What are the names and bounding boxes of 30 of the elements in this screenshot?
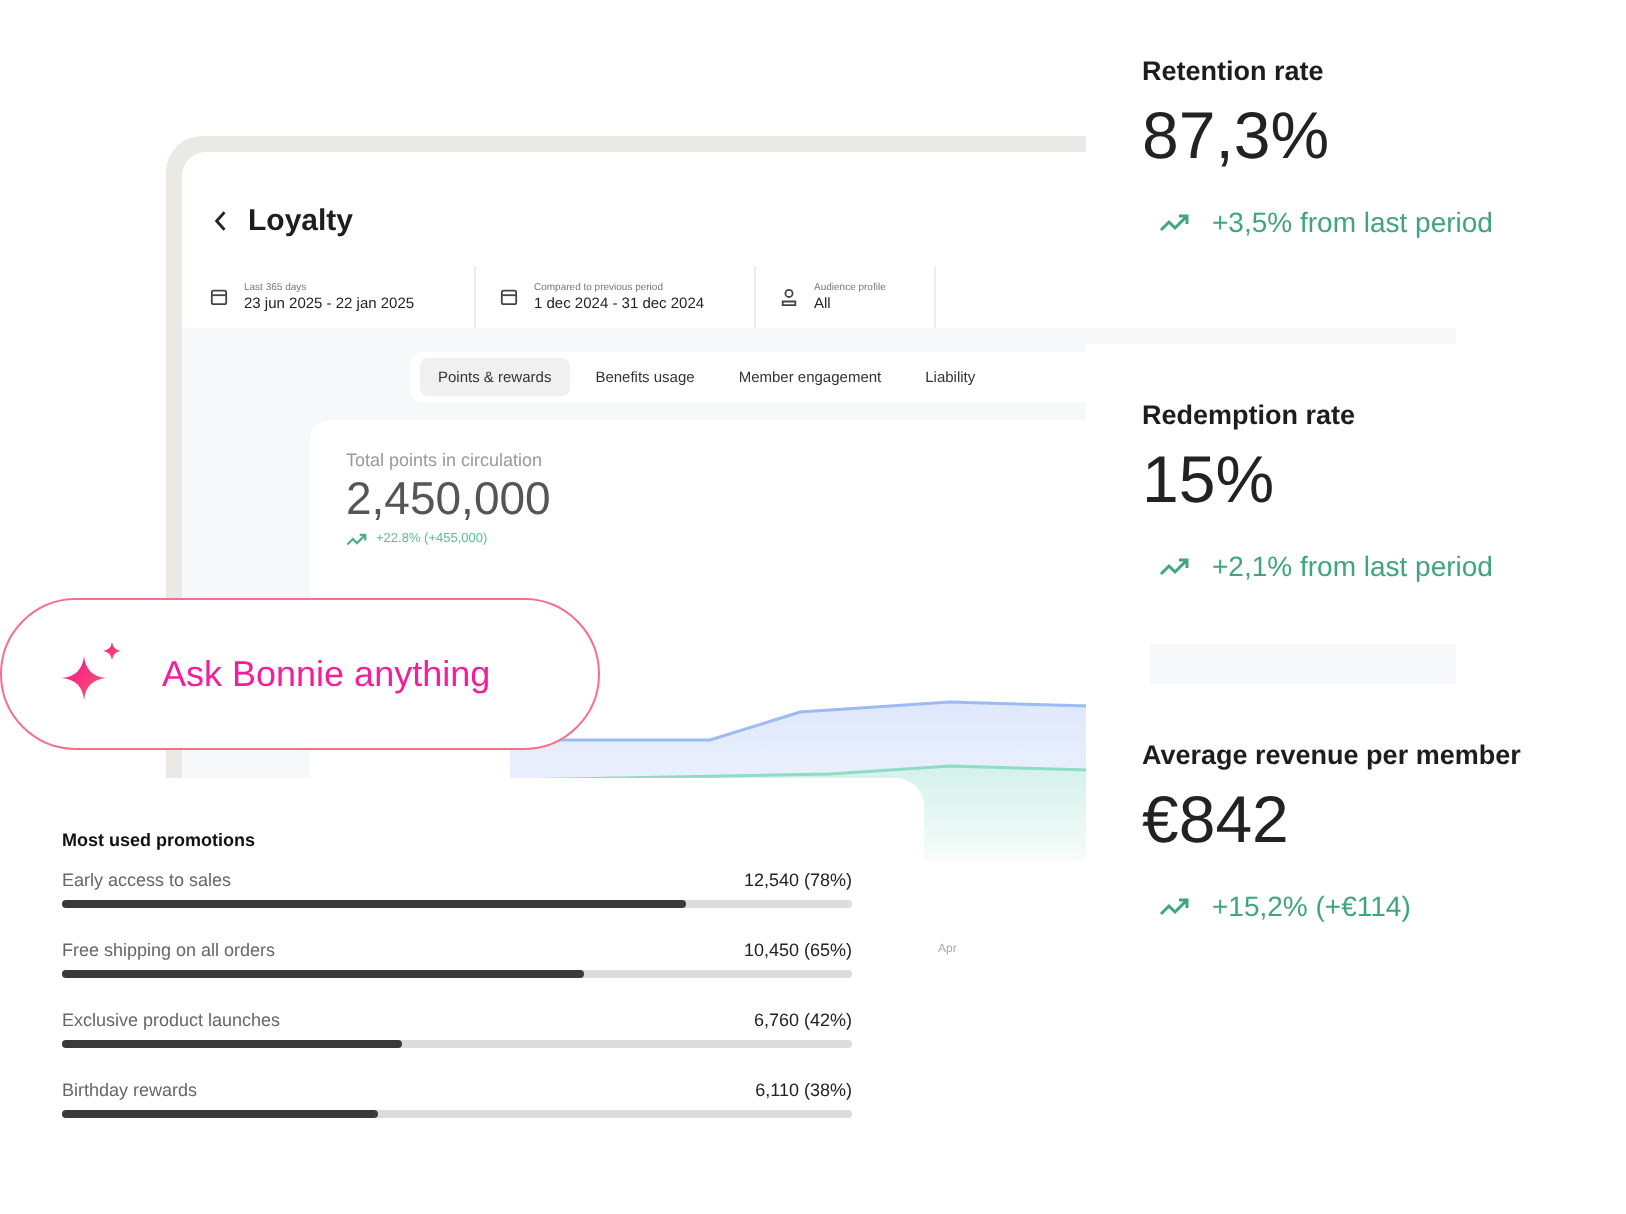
change-text: +3,5% from last period bbox=[1212, 206, 1493, 238]
calendar-icon bbox=[210, 288, 228, 306]
metric-title: Retention rate bbox=[1142, 56, 1326, 86]
metric-title: Redemption rate bbox=[1142, 400, 1358, 430]
ask-assistant-button[interactable]: Ask Bonnie anything bbox=[0, 598, 600, 750]
promotion-count: 10,450 (65%) bbox=[743, 940, 852, 960]
metric-value: 15% bbox=[1142, 442, 1277, 518]
metric-value: €842 bbox=[1142, 782, 1291, 858]
trend-up-icon bbox=[1158, 212, 1192, 232]
trend-up-icon bbox=[1158, 896, 1192, 916]
person-icon bbox=[780, 288, 798, 306]
change-text: +2,1% from last period bbox=[1212, 550, 1493, 582]
promotion-count: 12,540 (78%) bbox=[743, 870, 852, 890]
promotion-name: Exclusive product launches bbox=[62, 1010, 281, 1030]
calendar-icon bbox=[500, 288, 518, 306]
trend-up-icon bbox=[346, 532, 368, 546]
window-title: Loyalty bbox=[248, 204, 354, 238]
change-text: +15,2% (+€114) bbox=[1212, 890, 1411, 922]
metric-title: Average revenue per member bbox=[1142, 740, 1523, 770]
metric-value: 87,3% bbox=[1142, 98, 1332, 174]
promotion-count: 6,760 (42%) bbox=[753, 1010, 852, 1030]
card-title: Most used promotions bbox=[62, 830, 257, 850]
promotion-name: Free shipping on all orders bbox=[62, 940, 276, 960]
promotion-name: Birthday rewards bbox=[62, 1080, 198, 1100]
promotion-count: 6,110 (38%) bbox=[755, 1080, 852, 1100]
points-value: 2,450,000 bbox=[346, 472, 551, 526]
promotion-name: Early access to sales bbox=[62, 870, 232, 890]
card-title: Total points in circulation bbox=[346, 450, 543, 470]
trend-up-icon bbox=[1158, 556, 1192, 576]
back-icon[interactable] bbox=[214, 210, 228, 232]
